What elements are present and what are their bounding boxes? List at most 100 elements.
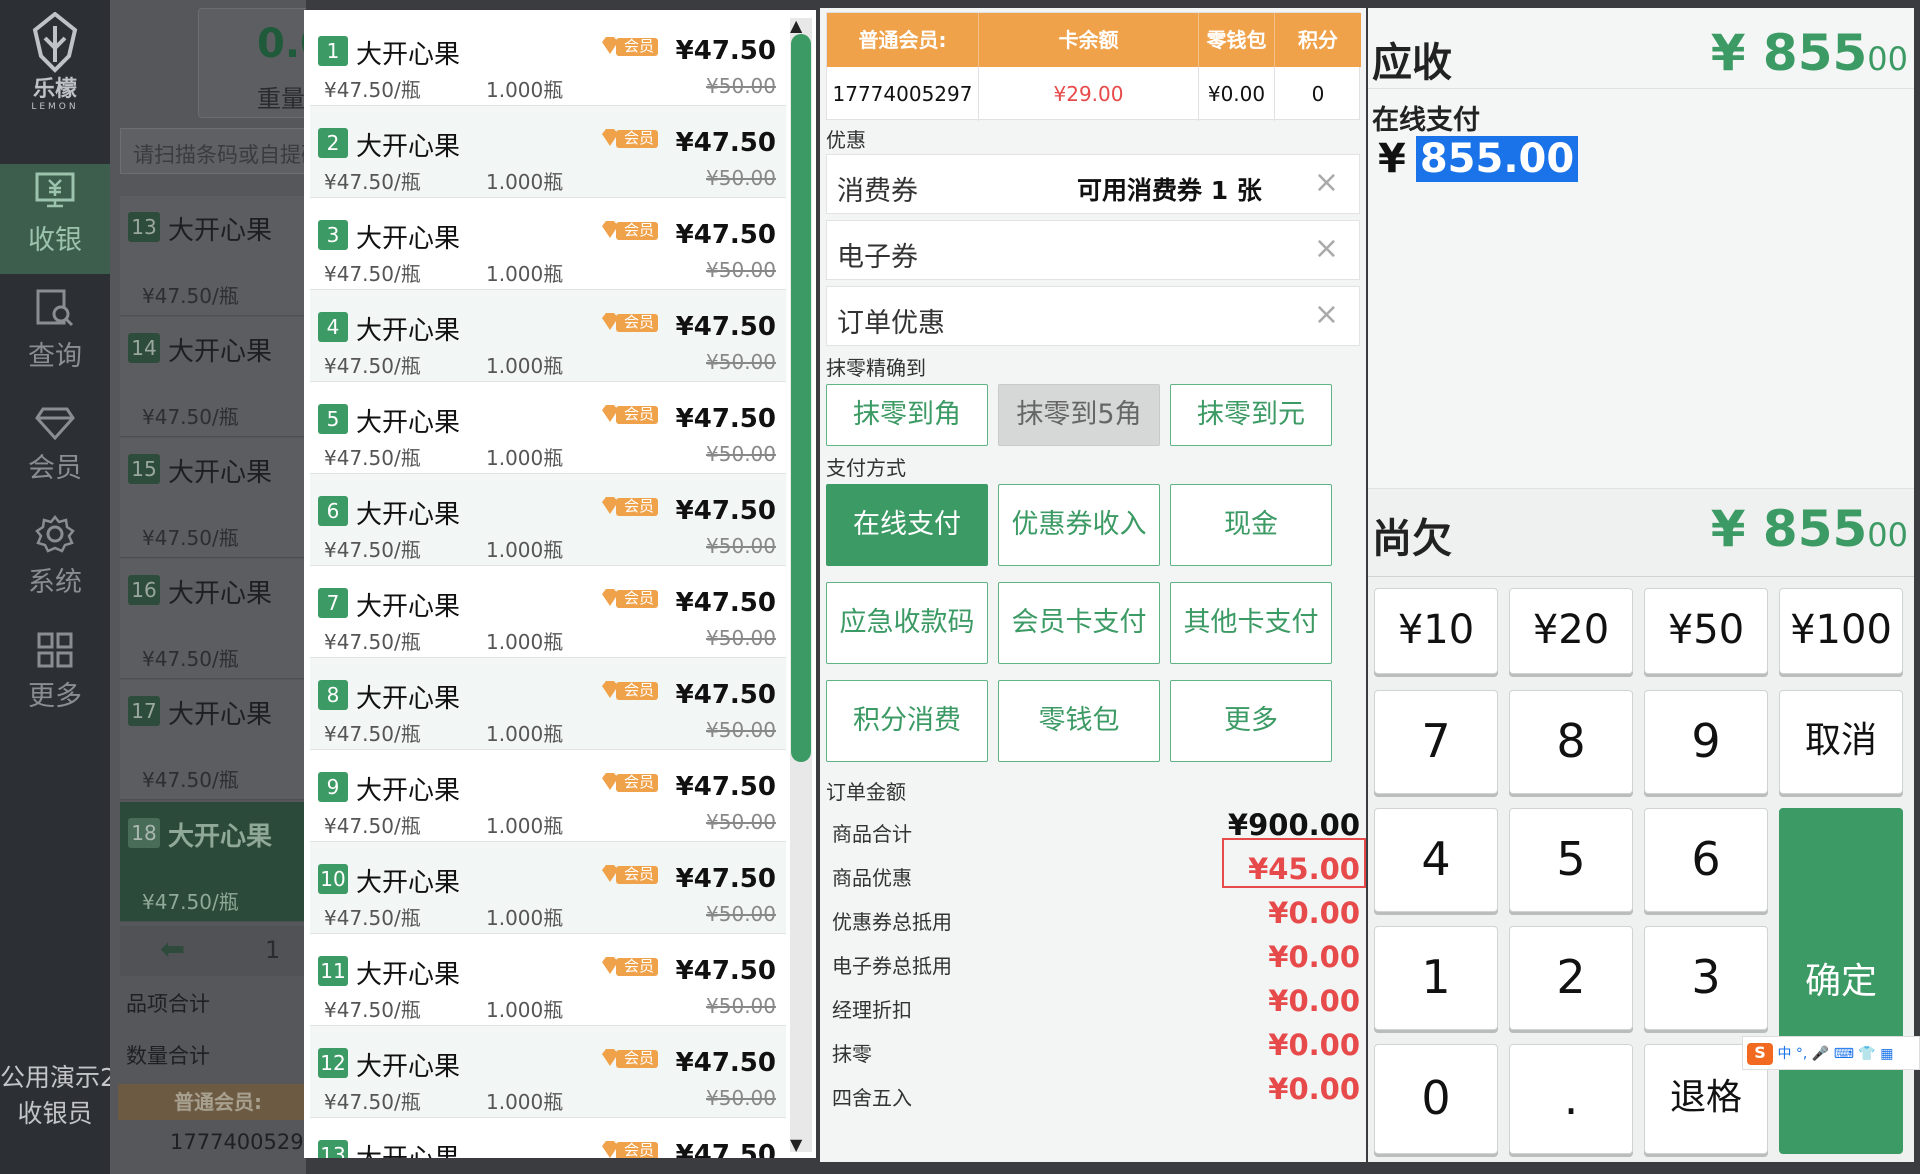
key-8-button[interactable]: 8 bbox=[1509, 690, 1633, 794]
item-quantity: 1.000瓶 bbox=[486, 814, 564, 838]
cart-item-row[interactable]: 8 大开心果 会员 ¥47.50 ¥47.50/瓶 1.000瓶 ¥50.00 bbox=[310, 658, 786, 750]
round-to-half-yuan-button[interactable]: 抹零到5角 bbox=[998, 384, 1160, 446]
pay-other-card-button[interactable]: 其他卡支付 bbox=[1170, 582, 1332, 664]
summary-value: ¥0.00 bbox=[1268, 896, 1360, 930]
item-name: 大开心果 bbox=[356, 224, 461, 254]
receivable-amount: ¥ 85500 bbox=[1711, 24, 1908, 82]
product-tile[interactable]: 17 大开心果 ¥47.50/瓶 bbox=[120, 680, 306, 800]
key-5-button[interactable]: 5 bbox=[1509, 808, 1633, 912]
keyboard-icon[interactable]: ⌨ bbox=[1834, 1046, 1854, 1062]
scroll-down-icon[interactable]: ▼ bbox=[790, 1135, 802, 1154]
product-tile[interactable]: 15 大开心果 ¥47.50/瓶 bbox=[120, 438, 306, 558]
online-pay-amount-input[interactable]: ¥855.00 bbox=[1378, 136, 1579, 182]
quick-amount-20-button[interactable]: ¥20 bbox=[1509, 588, 1633, 674]
toolbox-icon[interactable]: ▦ bbox=[1880, 1046, 1893, 1062]
barcode-search-input[interactable]: 请扫描条码或自提码 bbox=[120, 128, 306, 174]
skin-icon[interactable]: 👕 bbox=[1858, 1046, 1875, 1062]
order-discount-label: 订单优惠 bbox=[837, 308, 945, 339]
pay-emergency-qr-button[interactable]: 应急收款码 bbox=[826, 582, 988, 664]
logo: 乐檬 LEMON bbox=[15, 11, 95, 122]
cart-item-row[interactable]: 13 大开心果 会员 ¥47.50 bbox=[310, 1118, 786, 1158]
pay-points-button[interactable]: 积分消费 bbox=[826, 680, 988, 762]
cart-item-row[interactable]: 9 大开心果 会员 ¥47.50 ¥47.50/瓶 1.000瓶 ¥50.00 bbox=[310, 750, 786, 842]
product-tile[interactable]: 16 大开心果 ¥47.50/瓶 bbox=[120, 559, 306, 679]
cart-item-row[interactable]: 7 大开心果 会员 ¥47.50 ¥47.50/瓶 1.000瓶 ¥50.00 bbox=[310, 566, 786, 658]
coupon-field[interactable]: 消费券 可用消费券 1 张 × bbox=[826, 154, 1360, 214]
clear-coupon-icon[interactable]: × bbox=[1314, 165, 1339, 200]
ecoupon-field[interactable]: 电子券 × bbox=[826, 220, 1360, 280]
diamond-icon bbox=[35, 407, 75, 440]
key-7-button[interactable]: 7 bbox=[1374, 690, 1498, 794]
confirm-button[interactable]: 确定 bbox=[1779, 808, 1903, 1154]
back-arrow-icon[interactable]: ⬅ bbox=[160, 932, 185, 967]
quick-amount-10-button[interactable]: ¥10 bbox=[1374, 588, 1498, 674]
pay-member-card-button[interactable]: 会员卡支付 bbox=[998, 582, 1160, 664]
cart-item-list[interactable]: 1 大开心果 会员 ¥47.50 ¥47.50/瓶 1.000瓶 ¥50.00 2 大开心果 会员… bbox=[304, 10, 816, 1158]
scroll-up-icon[interactable]: ▲ bbox=[790, 16, 802, 35]
item-number: 3 bbox=[318, 220, 348, 250]
cart-item-row[interactable]: 6 大开心果 会员 ¥47.50 ¥47.50/瓶 1.000瓶 ¥50.00 bbox=[310, 474, 786, 566]
summary-value: ¥0.00 bbox=[1268, 1028, 1360, 1062]
user-name: 公用演示2 bbox=[0, 1063, 110, 1092]
item-price: ¥47.50 bbox=[675, 1140, 776, 1158]
cart-item-row[interactable]: 5 大开心果 会员 ¥47.50 ¥47.50/瓶 1.000瓶 ¥50.00 bbox=[310, 382, 786, 474]
cart-item-row[interactable]: 4 大开心果 会员 ¥47.50 ¥47.50/瓶 1.000瓶 ¥50.00 bbox=[310, 290, 786, 382]
weight-value: 0.000 bbox=[257, 21, 306, 67]
member-badge-icon: 会员 bbox=[600, 862, 660, 886]
round-to-jiao-button[interactable]: 抹零到角 bbox=[826, 384, 988, 446]
points-balance: 0 bbox=[1311, 82, 1325, 106]
product-tile[interactable]: 14 大开心果 ¥47.50/瓶 bbox=[120, 317, 306, 437]
nav-item-cashier[interactable]: 收银 bbox=[0, 164, 110, 274]
nav-item-member[interactable]: 会员 bbox=[0, 392, 110, 502]
clear-order-discount-icon[interactable]: × bbox=[1314, 297, 1339, 332]
key-9-button[interactable]: 9 bbox=[1644, 690, 1768, 794]
item-name: 大开心果 bbox=[356, 868, 461, 898]
round-to-yuan-button[interactable]: 抹零到元 bbox=[1170, 384, 1332, 446]
microphone-icon[interactable]: 🎤 bbox=[1812, 1046, 1829, 1062]
nav-item-system[interactable]: 系统 bbox=[0, 506, 110, 616]
tile-price: ¥47.50/瓶 bbox=[142, 768, 239, 792]
key-2-button[interactable]: 2 bbox=[1509, 926, 1633, 1030]
key-0-button[interactable]: 0 bbox=[1374, 1044, 1498, 1154]
item-number: 8 bbox=[318, 680, 348, 710]
quick-amount-50-button[interactable]: ¥50 bbox=[1644, 588, 1768, 674]
order-discount-field[interactable]: 订单优惠 × bbox=[826, 286, 1360, 346]
pay-more-button[interactable]: 更多 bbox=[1170, 680, 1332, 762]
pay-wallet-button[interactable]: 零钱包 bbox=[998, 680, 1160, 762]
list-scrollbar[interactable]: ▲ ▼ bbox=[790, 16, 812, 1154]
item-original-price: ¥50.00 bbox=[706, 74, 776, 98]
scrollbar-thumb[interactable] bbox=[791, 34, 811, 762]
cart-item-row[interactable]: 11 大开心果 会员 ¥47.50 ¥47.50/瓶 1.000瓶 ¥50.00 bbox=[310, 934, 786, 1026]
pay-cash-button[interactable]: 现金 bbox=[1170, 484, 1332, 566]
ime-toolbar[interactable]: S 中 °, 🎤 ⌨ 👕 ▦ bbox=[1742, 1036, 1920, 1070]
cart-item-row[interactable]: 12 大开心果 会员 ¥47.50 ¥47.50/瓶 1.000瓶 ¥50.00 bbox=[310, 1026, 786, 1118]
receivable-label: 应收 bbox=[1372, 40, 1452, 86]
item-price: ¥47.50 bbox=[675, 956, 776, 986]
key-1-button[interactable]: 1 bbox=[1374, 926, 1498, 1030]
quick-amount-100-button[interactable]: ¥100 bbox=[1779, 588, 1903, 674]
badge-text: 会员 bbox=[624, 37, 655, 55]
divider bbox=[1368, 576, 1914, 577]
weight-label: 重量(kg) bbox=[257, 85, 306, 113]
product-tile[interactable]: 13 大开心果 ¥47.50/瓶 bbox=[120, 196, 306, 316]
nav-item-more[interactable]: 更多 bbox=[0, 620, 110, 730]
cart-item-row[interactable]: 2 大开心果 会员 ¥47.50 ¥47.50/瓶 1.000瓶 ¥50.00 bbox=[310, 106, 786, 198]
cancel-button[interactable]: 取消 bbox=[1779, 690, 1903, 794]
cart-item-row[interactable]: 1 大开心果 会员 ¥47.50 ¥47.50/瓶 1.000瓶 ¥50.00 bbox=[310, 14, 786, 106]
item-price: ¥47.50 bbox=[675, 312, 776, 342]
left-nav: 乐檬 LEMON 收银 查询 会员 系统 更多 公用演示2 收银员 bbox=[0, 0, 110, 1174]
cart-item-row[interactable]: 10 大开心果 会员 ¥47.50 ¥47.50/瓶 1.000瓶 ¥50.00 bbox=[310, 842, 786, 934]
ime-punct-icon[interactable]: °, bbox=[1796, 1046, 1807, 1062]
payment-section-label: 支付方式 bbox=[826, 456, 906, 480]
clear-ecoupon-icon[interactable]: × bbox=[1314, 231, 1339, 266]
key-6-button[interactable]: 6 bbox=[1644, 808, 1768, 912]
cart-item-row[interactable]: 3 大开心果 会员 ¥47.50 ¥47.50/瓶 1.000瓶 ¥50.00 bbox=[310, 198, 786, 290]
nav-item-query[interactable]: 查询 bbox=[0, 280, 110, 390]
key-dot-button[interactable]: . bbox=[1509, 1044, 1633, 1154]
tile-number: 18 bbox=[128, 818, 160, 848]
key-4-button[interactable]: 4 bbox=[1374, 808, 1498, 912]
pay-coupon-income-button[interactable]: 优惠券收入 bbox=[998, 484, 1160, 566]
pay-online-button[interactable]: 在线支付 bbox=[826, 484, 988, 566]
key-3-button[interactable]: 3 bbox=[1644, 926, 1768, 1030]
product-tile-selected[interactable]: 18 大开心果 ¥47.50/瓶 bbox=[120, 802, 306, 922]
